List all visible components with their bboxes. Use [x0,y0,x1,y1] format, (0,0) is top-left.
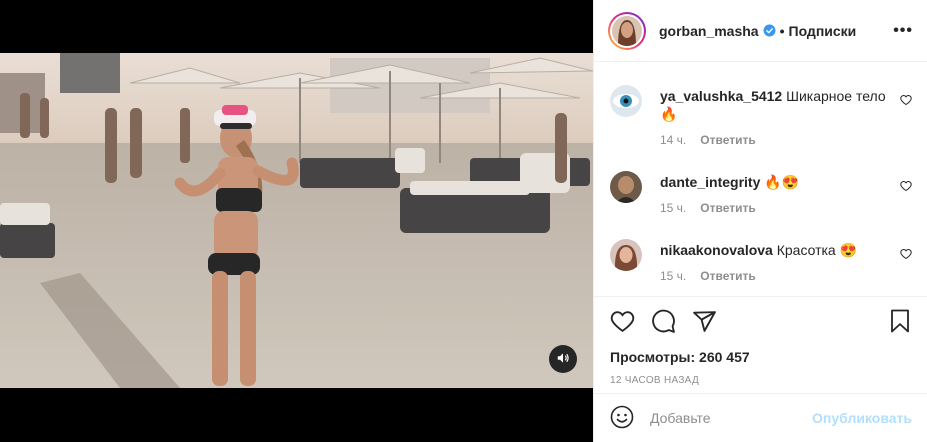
comment-input[interactable] [650,410,810,426]
post-video[interactable] [0,53,593,388]
more-options-button[interactable]: ••• [893,22,913,40]
volume-button[interactable] [549,345,577,373]
post-header: gorban_masha • Подписки ••• [594,0,927,62]
post-sidebar: gorban_masha • Подписки ••• ya_valushka_… [593,0,927,442]
reply-button[interactable]: Ответить [700,199,755,217]
like-button[interactable] [610,309,635,337]
comment-avatar[interactable] [610,171,642,203]
share-button[interactable] [692,309,717,337]
heart-icon [610,309,635,337]
emoji-icon [610,405,634,432]
heart-icon[interactable] [900,93,912,109]
comment-button[interactable] [651,309,676,337]
video-frame [0,53,593,388]
post-media [0,0,593,442]
comment-item: dante_integrity 🔥😍 15 ч. Ответить [610,149,912,217]
comments-list: ya_valushka_5412 Шикарное тело 🔥 14 ч. О… [594,63,927,296]
comment-item: ya_valushka_5412 Шикарное тело 🔥 14 ч. О… [610,63,912,149]
views-count[interactable]: Просмотры: 260 457 [610,349,912,365]
comment-username[interactable]: dante_integrity [660,174,760,190]
comment-text: 🔥😍 [764,174,800,190]
comment-item: nikaakonovalova Красотка 😍 15 ч. Ответит… [610,217,912,285]
bookmark-icon [888,309,912,337]
comment-icon [651,309,676,337]
reply-button[interactable]: Ответить [700,267,755,285]
comment-time[interactable]: 14 ч. [660,131,686,149]
following-button[interactable]: Подписки [789,23,857,39]
comment-time[interactable]: 15 ч. [660,199,686,217]
save-button[interactable] [888,309,912,337]
author-username[interactable]: gorban_masha [659,23,759,39]
volume-icon [556,351,570,368]
post-time[interactable]: 12 ЧАСОВ НАЗАД [610,375,912,386]
reply-button[interactable]: Ответить [700,131,755,149]
comment-username[interactable]: nikaakonovalova [660,242,773,258]
comment-avatar[interactable] [610,239,642,271]
add-comment-bar: Опубликовать [594,393,927,442]
comment-username[interactable]: ya_valushka_5412 [660,88,782,104]
comment-avatar[interactable] [610,85,642,117]
share-icon [692,309,717,337]
comment-text: Красотка 😍 [776,242,858,258]
verified-icon [763,24,776,37]
heart-icon[interactable] [900,247,912,263]
header-separator: • [779,22,785,39]
emoji-button[interactable] [610,405,634,432]
publish-button[interactable]: Опубликовать [812,410,912,426]
author-avatar[interactable] [608,11,646,50]
post-actions: Просмотры: 260 457 12 ЧАСОВ НАЗАД [594,296,927,386]
heart-icon[interactable] [900,179,912,195]
comment-time[interactable]: 15 ч. [660,267,686,285]
